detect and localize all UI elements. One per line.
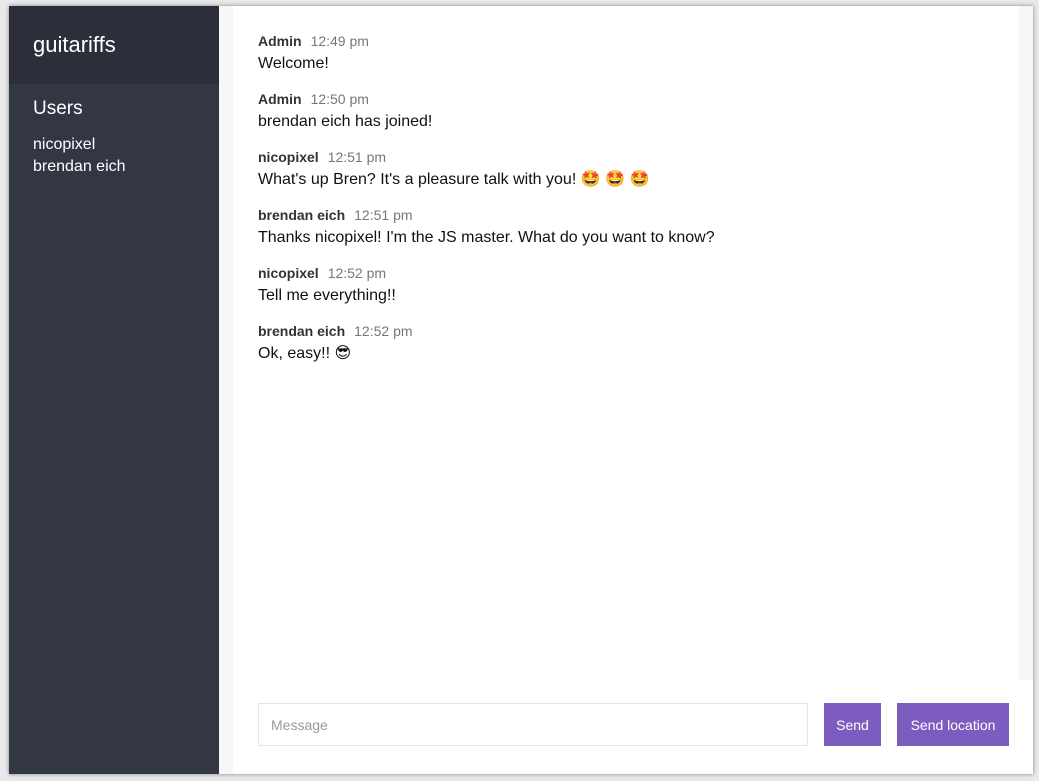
user-item: nicopixel [33,136,96,153]
send-button[interactable]: Send [824,703,881,746]
send-location-button[interactable]: Send location [897,703,1009,746]
message-username: Admin [258,33,302,49]
message-meta: brendan eich 12:51 pm [258,207,1019,223]
message-text: Thanks nicopixel! I'm the JS master. Wha… [258,229,715,246]
message-meta: brendan eich 12:52 pm [258,323,1019,339]
message-input[interactable] [258,703,808,746]
message: brendan eich 12:52 pm Ok, easy!! 😎 [258,323,1019,364]
message-list[interactable]: Admin 12:49 pm Welcome! Admin 12:50 pm bre… [233,6,1033,680]
message-meta: Admin 12:49 pm [258,33,1019,49]
room-name: guitariffs [9,6,219,84]
message-username: nicopixel [258,265,319,281]
chat-window: guitariffs Users nicopixel brendan eich … [9,6,1033,774]
message-time: 12:51 pm [354,207,413,223]
message-composer: Send Send location [233,688,1033,774]
message-text: Ok, easy!! 😎 [258,345,352,362]
message: Admin 12:49 pm Welcome! [258,33,1019,74]
message-username: brendan eich [258,323,346,339]
message-meta: Admin 12:50 pm [258,91,1019,107]
message-time: 12:52 pm [354,323,413,339]
message-meta: nicopixel 12:52 pm [258,265,1019,281]
message-time: 12:52 pm [327,265,387,281]
message-text: What's up Bren? It's a pleasure talk wit… [258,171,650,188]
message: Admin 12:50 pm brendan eich has joined! [258,91,1019,132]
message-time: 12:50 pm [310,91,369,107]
message: nicopixel 12:52 pm Tell me everything!! [258,265,1019,306]
chat-main: Admin 12:49 pm Welcome! Admin 12:50 pm bre… [219,6,1033,774]
message-time: 12:49 pm [310,33,369,49]
users-title: Users [33,98,83,119]
users-list: nicopixel brendan eich [9,120,219,178]
sidebar: guitariffs Users nicopixel brendan eich [9,6,219,774]
message-text: Tell me everything!! [258,287,396,304]
message-text: Welcome! [258,55,329,72]
message-username: Admin [258,91,302,107]
message-text: brendan eich has joined! [258,113,433,130]
message: brendan eich 12:51 pm Thanks nicopixel! I… [258,207,1019,248]
message-time: 12:51 pm [327,149,387,165]
message-username: nicopixel [258,149,319,165]
user-item: brendan eich [33,158,126,175]
message-meta: nicopixel 12:51 pm [258,149,1019,165]
message: nicopixel 12:51 pm What's up Bren? It's a… [258,149,1019,190]
message-username: brendan eich [258,207,346,223]
